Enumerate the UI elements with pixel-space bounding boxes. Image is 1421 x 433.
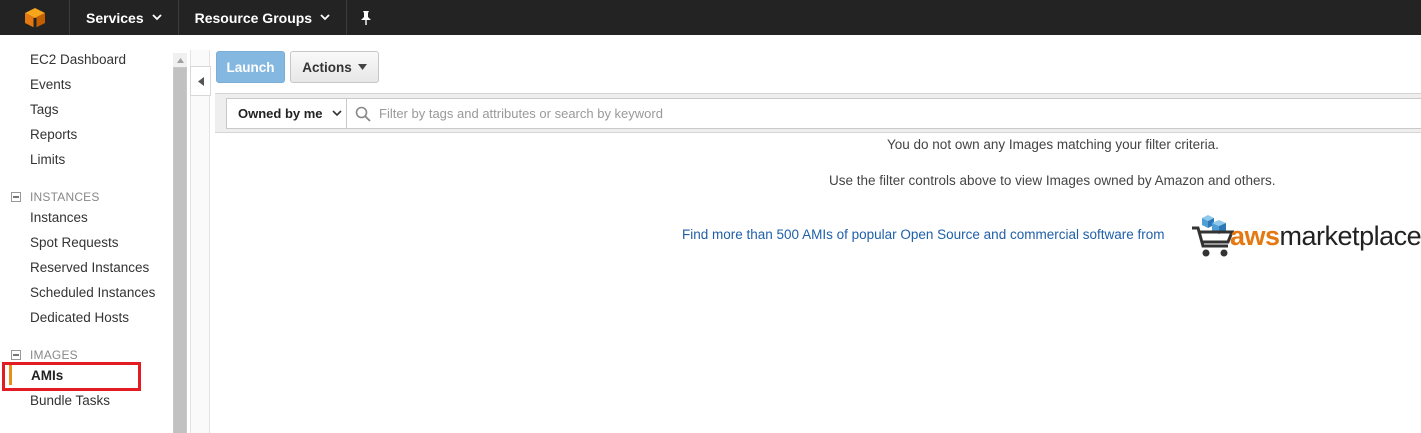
- sidebar-item-scheduled-instances[interactable]: Scheduled Instances: [30, 285, 155, 300]
- scroll-up-button[interactable]: [173, 53, 187, 67]
- sidebar-item-dedicated-hosts[interactable]: Dedicated Hosts: [30, 310, 129, 325]
- empty-message: You do not own any Images matching your …: [887, 137, 1219, 152]
- actions-button[interactable]: Actions: [290, 51, 379, 83]
- resource-groups-label: Resource Groups: [194, 9, 313, 26]
- highlight-annotation: [2, 362, 141, 391]
- resource-groups-menu[interactable]: Resource Groups: [179, 0, 348, 35]
- sidebar-item-limits[interactable]: Limits: [30, 152, 65, 167]
- scrollbar-thumb[interactable]: [174, 68, 186, 433]
- filter-bar: Owned by me: [215, 93, 1421, 133]
- marketplace-text: marketplace: [1279, 221, 1421, 251]
- actions-label: Actions: [302, 59, 352, 75]
- sidebar: EC2 Dashboard Events Tags Reports Limits…: [0, 35, 173, 433]
- collapse-icon: [11, 350, 21, 360]
- active-indicator: [9, 365, 12, 385]
- triangle-up-icon: [176, 57, 184, 63]
- launch-button[interactable]: Launch: [216, 51, 285, 83]
- section-title: IMAGES: [30, 348, 78, 362]
- section-title: INSTANCES: [30, 190, 100, 204]
- marketplace-wordmark: awsmarketplace: [1230, 221, 1421, 252]
- chevron-down-icon: [151, 14, 162, 21]
- aws-cube-icon: [24, 7, 45, 28]
- sidebar-item-bundle-tasks[interactable]: Bundle Tasks: [30, 393, 110, 408]
- triangle-left-icon: [197, 76, 204, 86]
- collapse-sidebar-button[interactable]: [190, 66, 211, 96]
- search-field[interactable]: [346, 98, 1421, 129]
- collapse-icon: [11, 192, 21, 202]
- sidebar-item-events[interactable]: Events: [30, 77, 71, 92]
- pin-button[interactable]: [347, 0, 385, 35]
- chevron-down-icon: [331, 110, 342, 117]
- services-label: Services: [86, 9, 144, 26]
- search-input[interactable]: [379, 106, 1279, 121]
- sidebar-item-reserved-instances[interactable]: Reserved Instances: [30, 260, 149, 275]
- sidebar-item-reports[interactable]: Reports: [30, 127, 77, 142]
- sidebar-item-amis[interactable]: AMIs: [31, 368, 63, 383]
- pin-icon: [361, 10, 372, 25]
- sidebar-section-images[interactable]: IMAGES: [11, 348, 78, 362]
- owner-filter-dropdown[interactable]: Owned by me: [226, 98, 346, 129]
- caret-down-icon: [357, 64, 367, 70]
- sidebar-item-tags[interactable]: Tags: [30, 102, 59, 117]
- hint-message: Use the filter controls above to view Im…: [829, 173, 1276, 188]
- aws-logo[interactable]: [0, 0, 70, 35]
- owner-filter-value: Owned by me: [238, 106, 323, 121]
- search-icon: [355, 106, 371, 122]
- marketplace-link[interactable]: Find more than 500 AMIs of popular Open …: [682, 227, 1164, 242]
- sidebar-section-instances[interactable]: INSTANCES: [11, 190, 100, 204]
- top-navigation-bar: Services Resource Groups: [0, 0, 1421, 35]
- services-menu[interactable]: Services: [70, 0, 179, 35]
- marketplace-aws-text: aws: [1230, 221, 1280, 251]
- aws-marketplace-logo[interactable]: awsmarketplace: [1192, 214, 1421, 260]
- sidebar-item-instances[interactable]: Instances: [30, 210, 88, 225]
- chevron-down-icon: [320, 14, 330, 21]
- sidebar-collapse-handle: [190, 50, 211, 433]
- sidebar-item-spot-requests[interactable]: Spot Requests: [30, 235, 119, 250]
- sidebar-item-ec2-dashboard[interactable]: EC2 Dashboard: [30, 52, 126, 67]
